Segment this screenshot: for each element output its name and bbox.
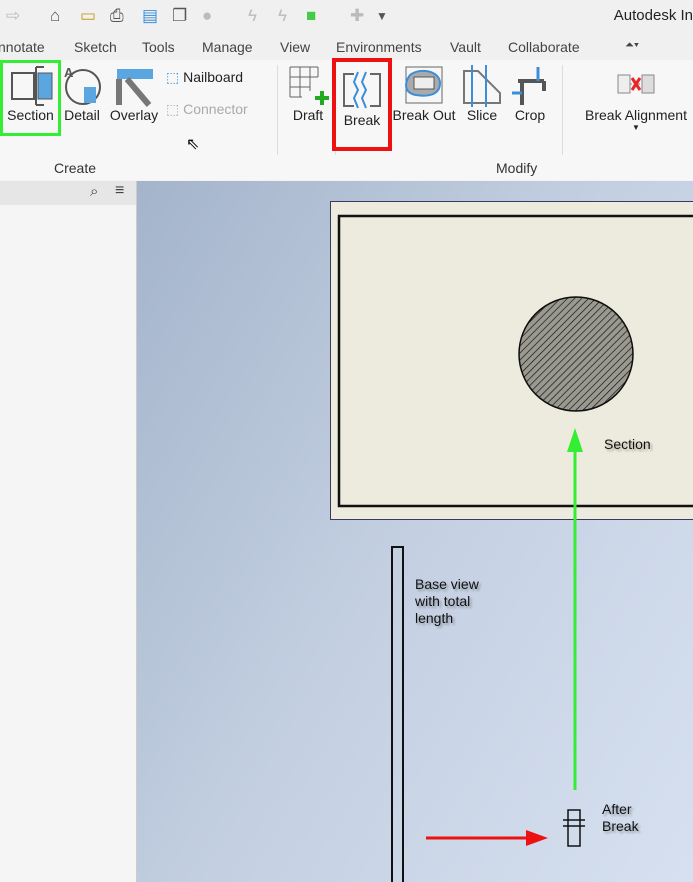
after-break-line-2: Break	[602, 818, 639, 834]
detail-button[interactable]: A Detail	[61, 63, 103, 123]
browser-header: ⌕ ≡	[0, 181, 136, 205]
measure-icon[interactable]: ▭	[80, 6, 96, 26]
tab-manage[interactable]: Manage	[202, 39, 253, 55]
copy-icon[interactable]: ❐	[172, 6, 187, 26]
slice-icon	[463, 65, 501, 107]
search-icon[interactable]: ⌕	[90, 183, 98, 200]
base-view-annotation: Base view with total length	[415, 576, 479, 627]
detail-icon: A	[64, 65, 101, 105]
break-alignment-icon	[617, 74, 655, 94]
section-annotation: Section	[604, 436, 651, 452]
section-view-sheet[interactable]	[330, 201, 693, 520]
connector-button: ⬚ Connector	[166, 101, 248, 118]
detail-label: Detail	[64, 107, 100, 123]
break-label: Break	[343, 112, 381, 128]
parameters-icon[interactable]: ▤	[142, 6, 158, 26]
mouse-cursor-icon: ⇖	[186, 136, 200, 153]
overlay-icon	[116, 69, 153, 107]
quick-access-toolbar: ⇨ ⌂ ▭ ⎙ ▤ ❐ ● ϟ ϟ ■ ✚ ▼ Autodesk In	[0, 0, 693, 32]
section-view-drawing	[337, 214, 693, 508]
break-alignment-label: Break Alignment	[585, 107, 687, 123]
crop-icon	[512, 67, 546, 105]
update-icon[interactable]: ϟ	[248, 6, 257, 26]
tab-environments[interactable]: Environments	[336, 39, 422, 55]
ribbon-display-toggle[interactable]: ⏶▾	[625, 39, 639, 52]
svg-text:A: A	[64, 65, 74, 80]
app-title: Autodesk In	[613, 7, 693, 24]
section-button[interactable]: Section	[0, 60, 61, 136]
plus-icon[interactable]: ✚	[350, 6, 364, 26]
tab-sketch[interactable]: Sketch	[74, 39, 117, 55]
section-icon	[10, 66, 52, 106]
model-browser: ⌕ ≡	[0, 181, 137, 882]
after-break-annotation: After Break	[602, 801, 639, 835]
tab-view[interactable]: View	[280, 39, 310, 55]
create-group-label: Create	[54, 160, 97, 176]
crop-label: Crop	[514, 107, 546, 123]
section-label: Section	[7, 107, 54, 123]
rebuild-icon[interactable]: ϟ	[278, 6, 287, 26]
overlay-label: Overlay	[109, 107, 159, 123]
after-break-line-1: After	[602, 801, 632, 817]
modify-group-label: Modify	[496, 160, 538, 176]
nailboard-button[interactable]: ⬚ Nailboard	[166, 69, 243, 86]
base-view-line-2: with total	[415, 593, 471, 609]
slice-button[interactable]: Slice	[460, 63, 504, 123]
tab-vault[interactable]: Vault	[450, 39, 481, 55]
ribbon-panel: Section A Detail Overlay ⬚ Nailboard ⬚ C…	[0, 58, 693, 180]
break-alignment-button[interactable]: Break Alignment ▼	[576, 63, 693, 132]
draft-button[interactable]: Draft	[285, 63, 331, 123]
break-icon	[343, 71, 381, 109]
tab-annotate[interactable]: nnotate	[0, 39, 45, 55]
point-icon[interactable]: ●	[202, 6, 212, 26]
tab-tools[interactable]: Tools	[142, 39, 175, 55]
connector-label: Connector	[183, 101, 248, 117]
redo-icon[interactable]: ⇨	[6, 6, 20, 26]
overlay-button[interactable]: Overlay	[106, 63, 162, 123]
connector-icon: ⬚	[166, 101, 180, 117]
break-out-icon	[405, 66, 443, 104]
draft-icon	[289, 66, 329, 105]
crop-button[interactable]: Crop	[508, 63, 552, 123]
draft-label: Draft	[292, 107, 324, 123]
tab-collaborate[interactable]: Collaborate	[508, 39, 580, 55]
break-out-button[interactable]: Break Out	[392, 63, 456, 123]
nailboard-icon: ⬚	[166, 69, 180, 85]
customize-dropdown-icon[interactable]: ▼	[376, 9, 388, 23]
dropdown-arrow-icon[interactable]: ▼	[576, 123, 693, 132]
nailboard-label: Nailboard	[183, 69, 244, 85]
home-icon[interactable]: ⌂	[50, 6, 60, 26]
print-icon[interactable]: ⎙	[110, 6, 124, 26]
base-view-line-3: length	[415, 610, 454, 626]
appearance-icon[interactable]: ■	[306, 6, 316, 26]
ribbon-tabs: nnotate Sketch Tools Manage View Environ…	[0, 32, 693, 60]
break-button[interactable]: Break	[332, 58, 392, 151]
base-view-line-1: Base view	[415, 576, 479, 592]
menu-icon[interactable]: ≡	[115, 182, 124, 200]
slice-label: Slice	[466, 107, 498, 123]
break-out-label: Break Out	[392, 107, 456, 123]
